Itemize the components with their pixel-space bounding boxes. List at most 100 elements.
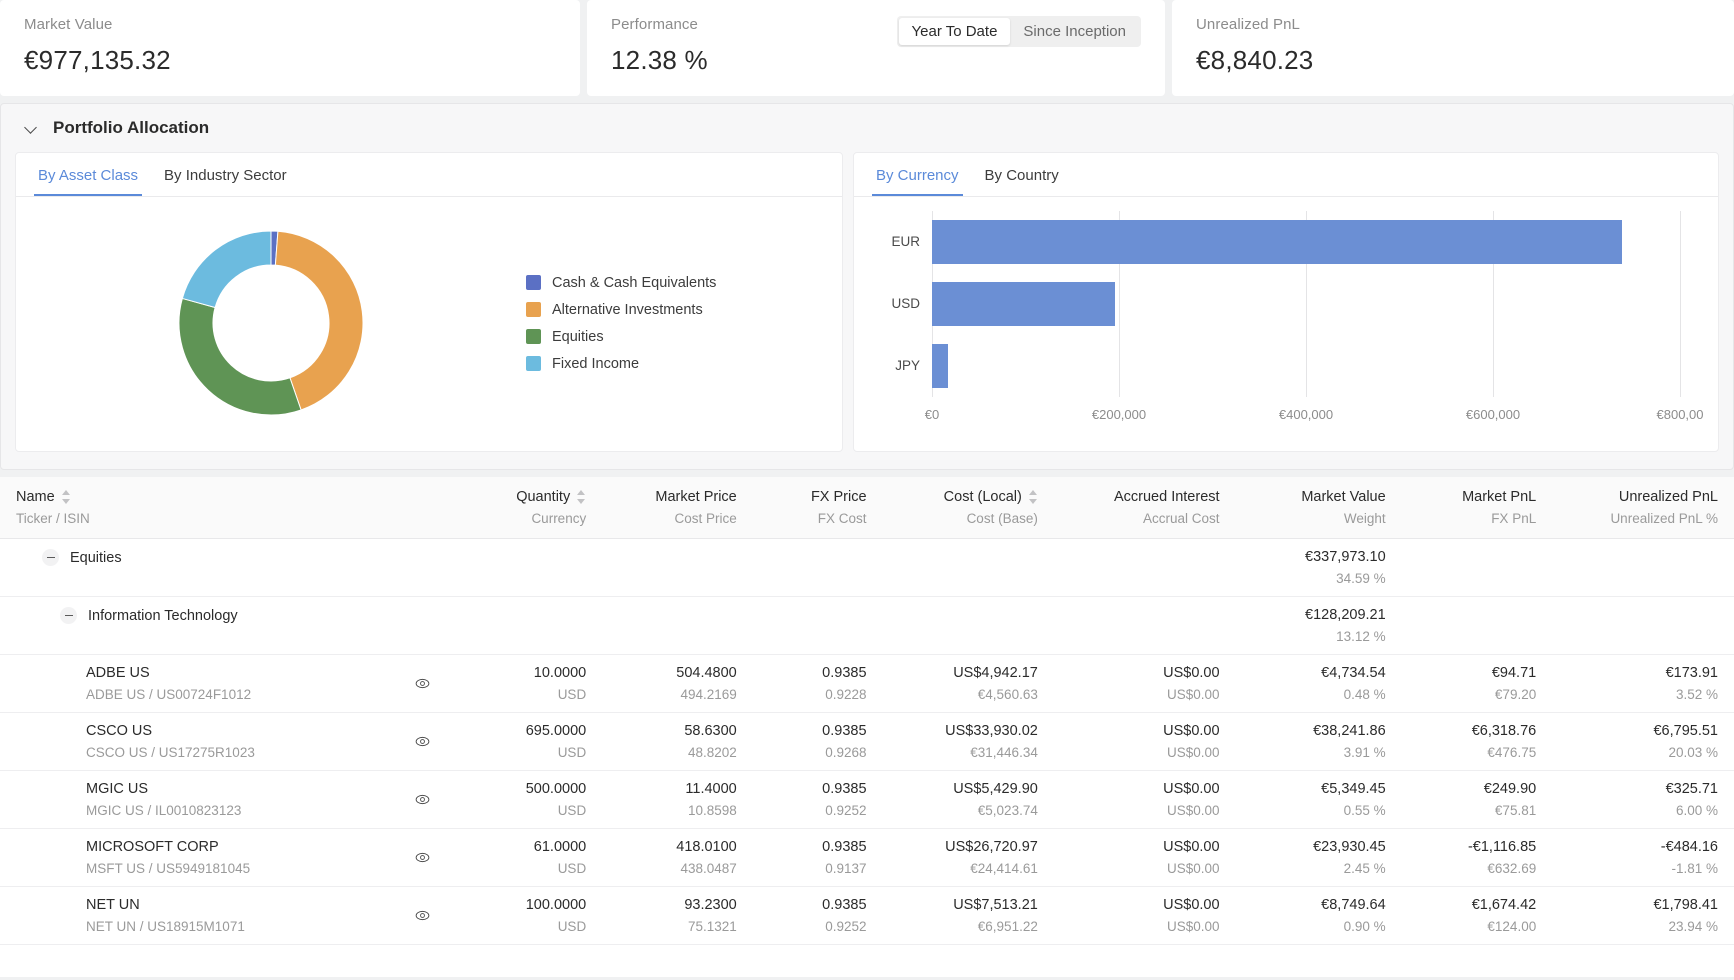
cell-primary-value: €23,930.45 <box>1313 839 1386 856</box>
cell-primary-value: 500.0000 <box>525 781 587 798</box>
cell-unrealized-pnl <box>1552 596 1734 656</box>
cell-secondary-value: 10.8598 <box>687 803 737 819</box>
tab-by-industry-sector[interactable]: By Industry Sector <box>160 163 291 196</box>
donut-slice[interactable] <box>178 297 302 416</box>
column-header-title: FX Price <box>810 489 867 505</box>
cell-market-value: €5,349.45 0.55 % <box>1235 770 1402 830</box>
eye-icon[interactable] <box>415 850 430 870</box>
cell-primary-value: 0.9385 <box>822 781 867 798</box>
eye-icon[interactable] <box>415 734 430 754</box>
column-header-cost-local[interactable]: Cost (Local) Cost (Base) <box>882 477 1054 540</box>
cell-primary-value: US$0.00 <box>1163 781 1220 798</box>
eye-icon[interactable] <box>415 792 430 812</box>
bar-rect[interactable] <box>932 219 1623 264</box>
cell-secondary-value: US$0.00 <box>1167 687 1220 703</box>
table-row[interactable]: CSCO US CSCO US / US17275R1023 695.0000 USD… <box>0 712 1734 772</box>
cell-market-value: €4,734.54 0.48 % <box>1235 654 1402 714</box>
cell-secondary-value: 6.00 % <box>1675 803 1718 819</box>
cell-cost-local: US$5,429.90 €5,023.74 <box>882 770 1054 830</box>
cell-secondary-value: €476.75 <box>1487 745 1537 761</box>
sort-arrows-icon[interactable] <box>61 489 71 505</box>
donut-slice[interactable] <box>181 230 272 309</box>
performance-period-toggle[interactable]: Year To Date Since Inception <box>896 16 1141 47</box>
eye-icon[interactable] <box>415 676 430 696</box>
table-row[interactable]: MGIC US MGIC US / IL0010823123 500.0000 USD… <box>0 770 1734 830</box>
cell-secondary-value: 438.0487 <box>680 861 737 877</box>
table-row[interactable]: NET UN NET UN / US18915M1071 100.0000 USD 93… <box>0 886 1734 946</box>
cell-market-pnl: €249.90 €75.81 <box>1401 770 1553 830</box>
eye-icon[interactable] <box>415 908 430 928</box>
toggle-year-to-date[interactable]: Year To Date <box>898 18 1011 45</box>
bar-rect[interactable] <box>932 343 948 388</box>
kpi-label-market-value: Market Value <box>24 16 113 33</box>
currency-allocation-tabs[interactable]: By Currency By Country <box>854 153 1718 197</box>
holdings-table-head: Name Ticker / ISIN Quantity Currency Market … <box>0 477 1734 540</box>
cell-secondary-value: €75.81 <box>1494 803 1537 819</box>
cell-accrued-interest <box>1053 596 1236 656</box>
cell-fx-price: 0.9385 0.9252 <box>752 770 883 830</box>
column-header-title: Name <box>16 489 430 505</box>
sort-arrows-icon[interactable] <box>1028 489 1038 505</box>
chevron-down-icon[interactable] <box>25 121 39 135</box>
cell-market-pnl <box>1401 596 1553 656</box>
tab-by-currency[interactable]: By Currency <box>872 163 963 196</box>
cell-primary-value: €4,734.54 <box>1321 665 1386 682</box>
collapse-group-icon[interactable] <box>42 549 59 567</box>
asset-class-legend: Cash & Cash Equivalents Alternative Inves… <box>526 275 716 372</box>
x-axis-tick-label: €200,000 <box>1091 407 1147 422</box>
cell-secondary-value: 13.12 % <box>1336 629 1386 645</box>
currency-bar-chart-wrap: EUR USD JPY €0 €200,000 €400,000 €600,000 €800… <box>854 197 1718 449</box>
cell-primary-value: 695.0000 <box>525 723 587 740</box>
cell-primary-value: US$26,720.97 <box>945 839 1038 856</box>
table-group-row[interactable]: Equities €337,973.10 34.59 % <box>0 538 1734 598</box>
tab-by-country[interactable]: By Country <box>981 163 1063 196</box>
column-header-subtitle: Accrual Cost <box>1143 511 1220 526</box>
holdings-table-wrap: Name Ticker / ISIN Quantity Currency Market … <box>0 477 1734 977</box>
column-header-name[interactable]: Name Ticker / ISIN <box>0 477 447 540</box>
cell-secondary-value: US$0.00 <box>1167 803 1220 819</box>
cell-secondary-value: USD <box>557 687 587 703</box>
toggle-since-inception[interactable]: Since Inception <box>1010 18 1139 45</box>
collapse-group-icon[interactable] <box>60 607 77 625</box>
cell-secondary-value: 3.52 % <box>1675 687 1718 703</box>
cell-primary-value: €38,241.86 <box>1313 723 1386 740</box>
column-header-subtitle: FX Cost <box>817 511 867 526</box>
cell-primary-value: €1,674.42 <box>1471 897 1537 914</box>
asset-allocation-tabs[interactable]: By Asset Class By Industry Sector <box>16 153 842 197</box>
cell-secondary-value: €5,023.74 <box>977 803 1038 819</box>
cell-primary-value: €1,798.41 <box>1653 897 1718 914</box>
cell-market-pnl: €1,674.42 €124.00 <box>1401 886 1553 946</box>
table-row[interactable]: MICROSOFT CORP MSFT US / US5949181045 61.0… <box>0 828 1734 888</box>
cell-primary-value: 0.9385 <box>822 897 867 914</box>
row-ticker-isin: MSFT US / US5949181045 <box>86 861 251 877</box>
cell-primary-value: US$5,429.90 <box>953 781 1038 798</box>
cell-quantity <box>446 538 603 598</box>
tab-by-asset-class[interactable]: By Asset Class <box>34 163 143 196</box>
cell-cost-local: US$26,720.97 €24,414.61 <box>882 828 1054 888</box>
legend-item[interactable]: Equities <box>526 329 716 345</box>
table-group-row[interactable]: Information Technology €128,209.21 13.12 … <box>0 596 1734 656</box>
cell-secondary-value: 20.03 % <box>1668 745 1718 761</box>
sort-arrows-icon[interactable] <box>577 489 586 505</box>
cell-secondary-value: €24,414.61 <box>970 861 1038 877</box>
cell-fx-price: 0.9385 0.9228 <box>752 654 883 714</box>
bar-rect[interactable] <box>932 281 1116 326</box>
cell-cost-local <box>882 538 1054 598</box>
column-header-title: Quantity <box>462 489 586 505</box>
cell-secondary-value: 75.1321 <box>687 919 737 935</box>
kpi-card-market-value: Market Value €977,135.32 <box>0 0 580 96</box>
legend-item[interactable]: Fixed Income <box>526 356 716 372</box>
legend-item[interactable]: Cash & Cash Equivalents <box>526 275 716 291</box>
table-row[interactable]: ADBE US ADBE US / US00724F1012 10.0000 USD 5… <box>0 654 1734 714</box>
bar-category-label: EUR <box>891 234 920 250</box>
row-name: Information Technology <box>88 607 238 624</box>
column-header-quantity[interactable]: Quantity Currency <box>446 477 603 540</box>
legend-swatch-icon <box>526 302 541 317</box>
legend-item[interactable]: Alternative Investments <box>526 302 716 318</box>
kpi-strip: Market Value €977,135.32 Performance 12.… <box>0 0 1734 96</box>
cell-primary-value: 10.0000 <box>533 665 587 682</box>
portfolio-allocation-header[interactable]: Portfolio Allocation <box>15 118 1719 152</box>
kpi-label-unrealized-pnl: Unrealized PnL <box>1196 16 1300 33</box>
cell-primary-value: US$0.00 <box>1163 723 1220 740</box>
cell-market-value: €38,241.86 3.91 % <box>1235 712 1402 772</box>
